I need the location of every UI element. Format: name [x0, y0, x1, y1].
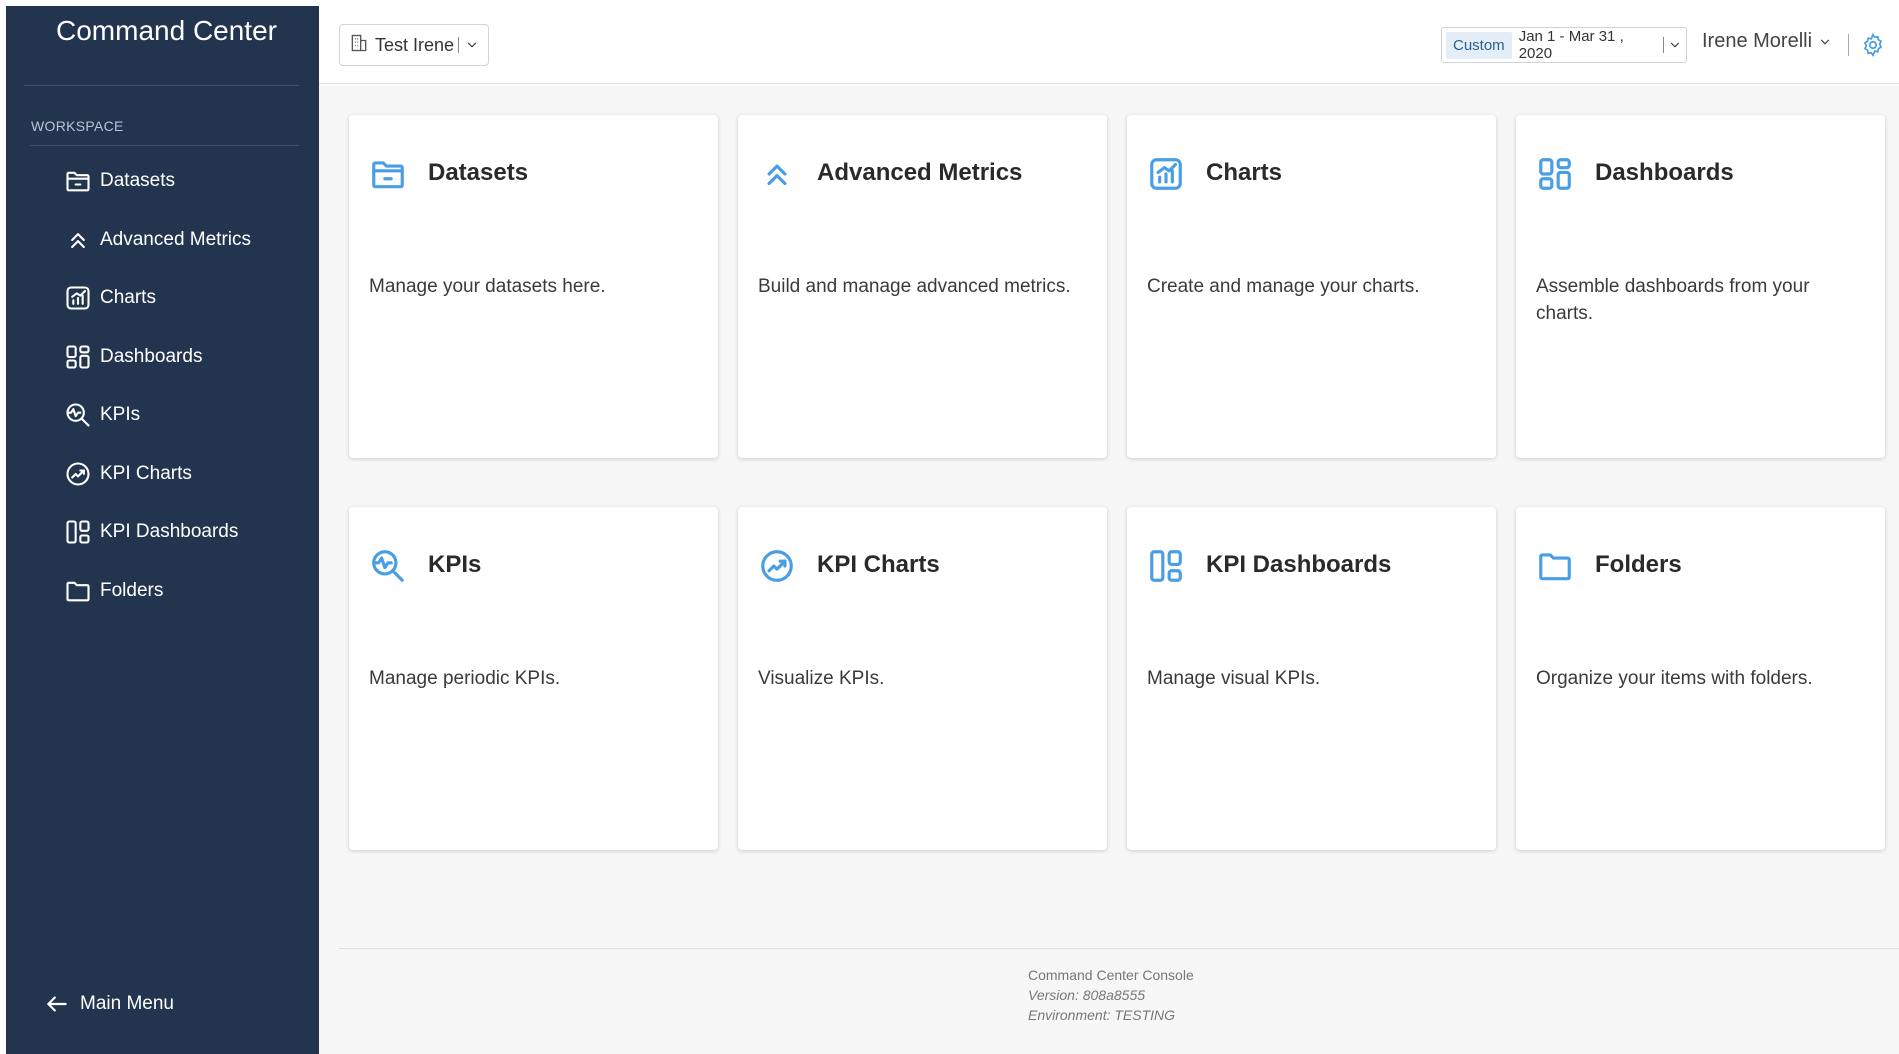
arrow-left-icon [47, 996, 67, 1012]
settings-button[interactable] [1860, 32, 1886, 58]
kpi-chart-icon [63, 459, 93, 489]
folder-open-icon [369, 155, 407, 193]
card-folders[interactable]: Folders Organize your items with folders… [1516, 507, 1885, 850]
card-kpi-charts[interactable]: KPI Charts Visualize KPIs. [738, 507, 1107, 850]
sidebar-item-folders[interactable]: Folders [6, 562, 319, 621]
card-title: Datasets [428, 159, 529, 186]
card-datasets[interactable]: Datasets Manage your datasets here. [349, 115, 718, 458]
chevron-down-icon [465, 38, 479, 52]
sidebar-item-datasets[interactable]: Datasets [6, 152, 319, 211]
card-description: Manage your datasets here. [369, 276, 606, 297]
card-title: KPI Charts [817, 551, 940, 578]
footer-version: Version: 808a8555 [1028, 987, 1146, 1003]
sidebar-item-label: Folders [100, 579, 164, 601]
kpi-chart-icon [758, 547, 796, 585]
card-description: Manage visual KPIs. [1147, 668, 1321, 689]
double-chevron-up-icon [758, 155, 796, 193]
chevron-down-icon [1668, 38, 1682, 52]
sidebar-item-kpi-charts[interactable]: KPI Charts [6, 445, 319, 504]
card-advanced-metrics[interactable]: Advanced Metrics Build and manage advanc… [738, 115, 1107, 458]
workspace-label: WORKSPACE [31, 118, 124, 134]
footer-divider [339, 948, 1899, 949]
building-icon [349, 33, 369, 58]
folder-open-icon [63, 166, 93, 196]
card-title: Dashboards [1595, 159, 1734, 186]
card-title: KPIs [428, 551, 482, 578]
sidebar-item-charts[interactable]: Charts [6, 269, 319, 328]
card-description: Manage periodic KPIs. [369, 668, 561, 689]
chevron-down-icon [1818, 35, 1832, 49]
card-title: Advanced Metrics [817, 159, 1023, 186]
card-title: Charts [1206, 159, 1283, 186]
card-description: Organize your items with folders. [1536, 668, 1813, 689]
chart-icon [63, 283, 93, 313]
kpi-search-icon [63, 400, 93, 430]
card-title: Folders [1595, 551, 1682, 578]
card-dashboards[interactable]: Dashboards Assemble dashboards from your… [1516, 115, 1885, 458]
sidebar-item-dashboards[interactable]: Dashboards [6, 328, 319, 387]
main-content: Datasets Manage your datasets here. Adva… [319, 85, 1899, 1054]
card-charts[interactable]: Charts Create and manage your charts. [1127, 115, 1496, 458]
sidebar-item-kpis[interactable]: KPIs [6, 386, 319, 445]
card-description: Create and manage your charts. [1147, 276, 1420, 297]
select-separator [458, 37, 460, 53]
brand-title: Command Center [56, 15, 277, 46]
sidebar-item-kpi-dashboards[interactable]: KPI Dashboards [6, 503, 319, 562]
card-kpi-dashboards[interactable]: KPI Dashboards Manage visual KPIs. [1127, 507, 1496, 850]
card-title: KPI Dashboards [1206, 551, 1392, 578]
folder-icon [63, 576, 93, 606]
sidebar-item-label: KPI Dashboards [100, 521, 239, 543]
footer-environment: Environment: TESTING [1028, 1007, 1176, 1023]
select-separator [1663, 37, 1664, 53]
date-range-picker[interactable]: Custom Jan 1 - Mar 31 , 2020 [1441, 27, 1687, 63]
folder-icon [1536, 547, 1574, 585]
sidebar-item-label: Advanced Metrics [100, 228, 252, 250]
footer-app-name: Command Center Console [1028, 967, 1194, 983]
chart-icon [1147, 155, 1185, 193]
kpi-search-icon [369, 547, 407, 585]
date-mode-badge: Custom [1446, 31, 1512, 59]
organization-name: Test Irene [375, 34, 455, 55]
top-header: Test Irene Custom Jan 1 - Mar 31 , 2020 … [319, 6, 1899, 84]
main-menu-label: Main Menu [80, 993, 174, 1014]
main-menu-link[interactable]: Main Menu [44, 991, 174, 1017]
sidebar: Command Center WORKSPACE Datasets Advanc… [6, 6, 319, 1054]
header-divider [1848, 34, 1849, 56]
footer: Command Center Console Version: 808a8555… [1028, 965, 1194, 1025]
sidebar-item-advanced-metrics[interactable]: Advanced Metrics [6, 211, 319, 270]
double-chevron-up-icon [63, 225, 93, 255]
card-description: Build and manage advanced metrics. [758, 276, 1071, 297]
gear-icon [1863, 32, 1883, 58]
user-name: Irene Morelli [1702, 30, 1813, 52]
kpi-dashboard-icon [63, 517, 93, 547]
sidebar-item-label: KPIs [100, 404, 141, 426]
sidebar-nav: Datasets Advanced Metrics Charts Dashboa… [6, 152, 319, 620]
user-menu[interactable]: Irene Morelli [1702, 30, 1832, 53]
organization-select[interactable]: Test Irene [339, 24, 489, 66]
card-kpis[interactable]: KPIs Manage periodic KPIs. [349, 507, 718, 850]
card-description: Visualize KPIs. [758, 668, 885, 689]
brand-divider [24, 85, 299, 86]
sidebar-item-label: KPI Charts [100, 462, 192, 484]
card-description: Assemble dashboards from your charts. [1536, 276, 1810, 324]
sidebar-item-label: Datasets [100, 170, 175, 192]
workspace-divider [30, 145, 299, 146]
kpi-dashboard-icon [1147, 547, 1185, 585]
dashboard-icon [1536, 155, 1574, 193]
date-range-text: Jan 1 - Mar 31 , 2020 [1518, 28, 1624, 62]
sidebar-item-label: Dashboards [100, 345, 203, 367]
dashboard-icon [63, 342, 93, 372]
sidebar-item-label: Charts [100, 287, 156, 309]
